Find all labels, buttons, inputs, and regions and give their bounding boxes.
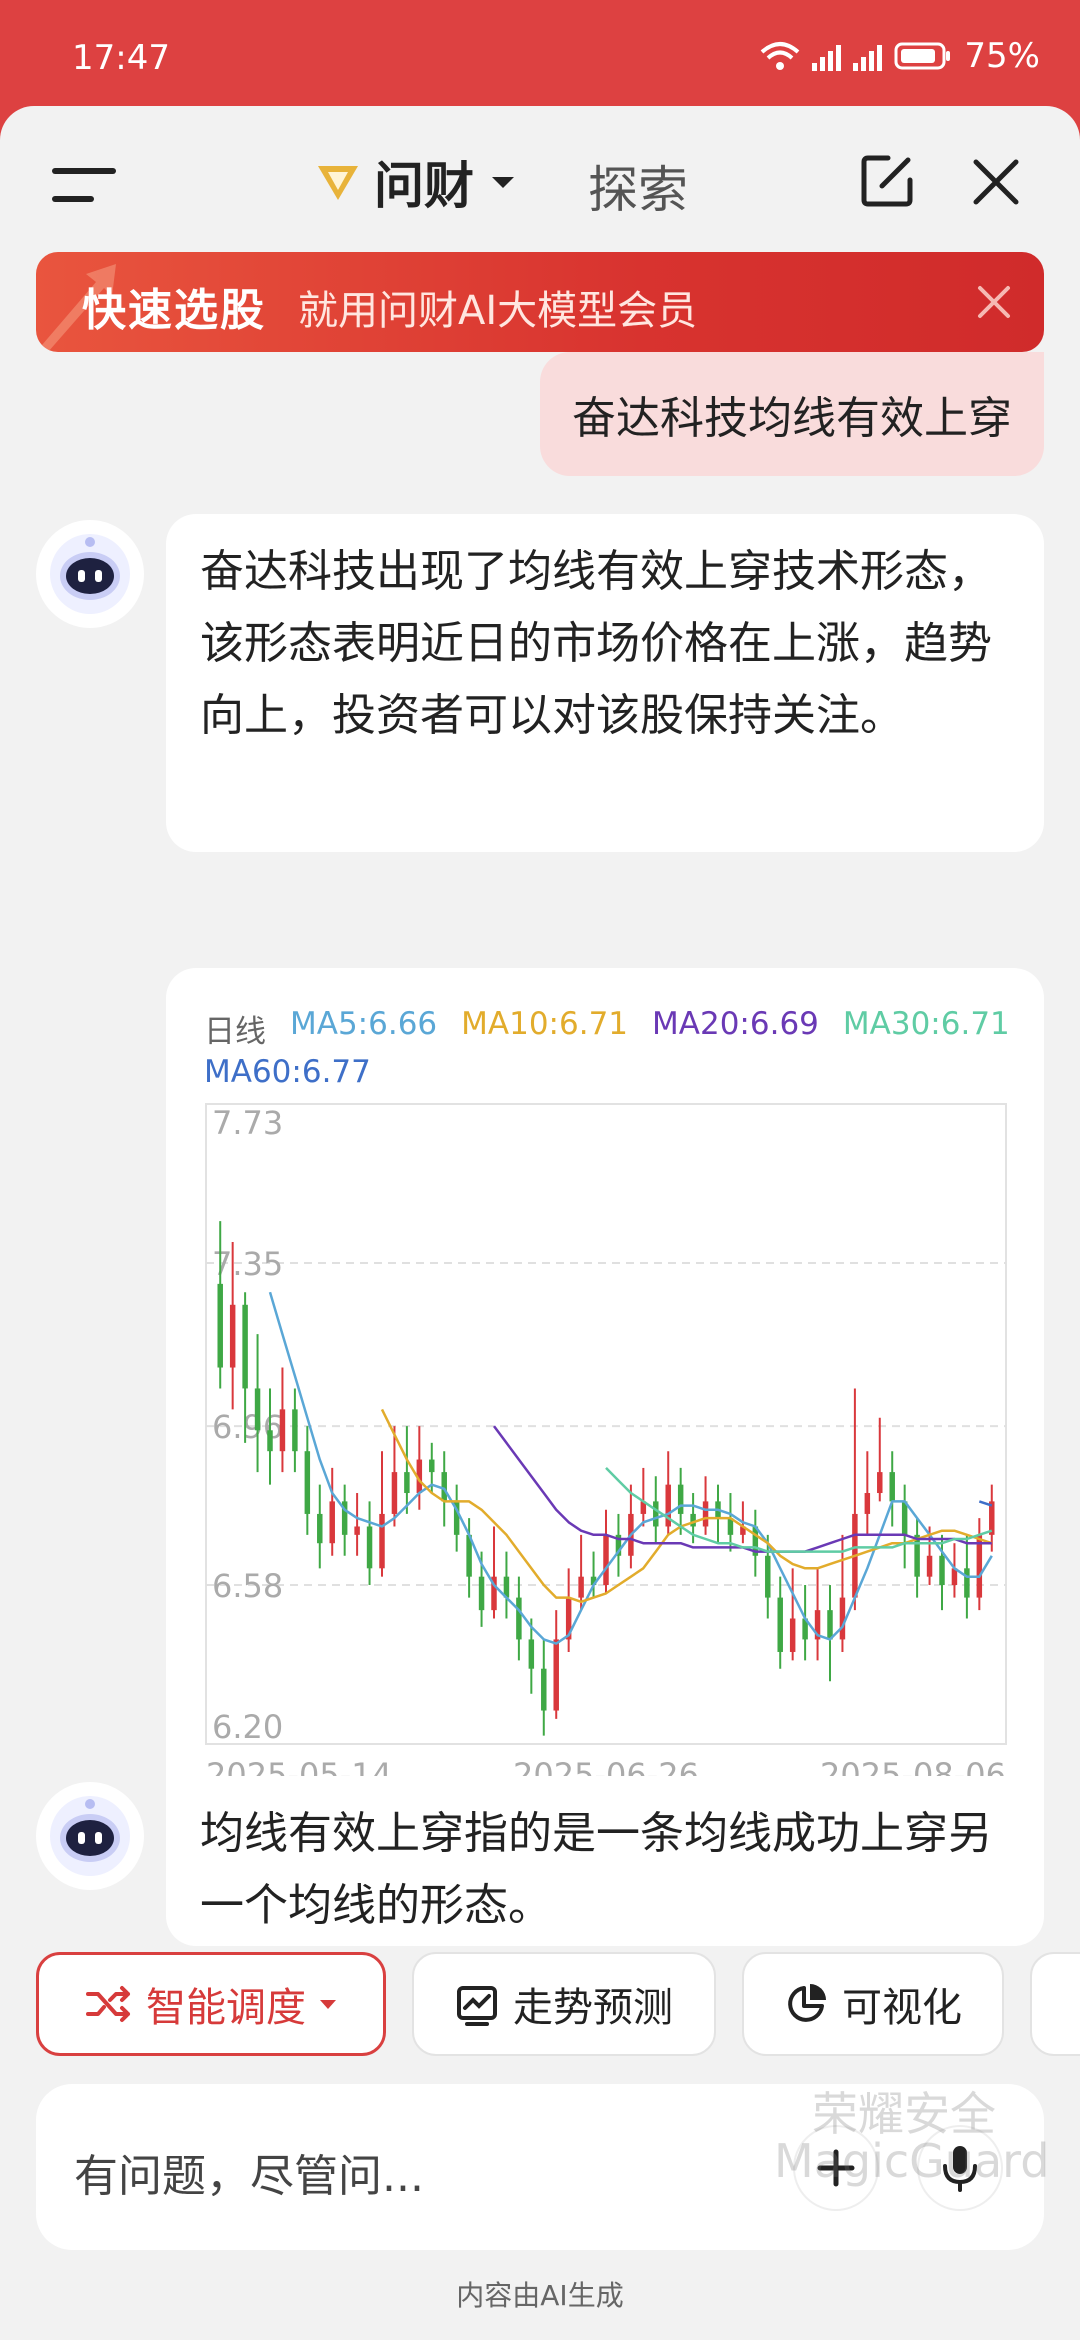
candle-body bbox=[553, 1639, 559, 1711]
candle-body bbox=[429, 1459, 435, 1473]
candle-body bbox=[964, 1568, 970, 1598]
candle-body bbox=[404, 1472, 410, 1494]
robot-icon bbox=[50, 1796, 130, 1876]
candle-body bbox=[229, 1304, 236, 1368]
tab-explore[interactable]: 探索 bbox=[588, 150, 688, 222]
candle-body bbox=[441, 1472, 447, 1502]
candle-body bbox=[839, 1597, 846, 1640]
candle-body bbox=[329, 1501, 335, 1544]
bot-avatar bbox=[36, 520, 144, 628]
candle-body bbox=[578, 1576, 584, 1598]
pie-chart-icon bbox=[788, 1984, 826, 2022]
candle-body bbox=[702, 1501, 709, 1527]
y-tick-label: 7.73 bbox=[212, 1104, 283, 1142]
candle-body bbox=[677, 1484, 684, 1514]
close-icon[interactable] bbox=[970, 156, 1022, 208]
battery-percent: 75% bbox=[964, 36, 1040, 76]
candle-body bbox=[242, 1304, 248, 1389]
banner-subtitle: 就用问财AI大模型会员 bbox=[298, 288, 698, 334]
visualize-button[interactable]: 可视化 bbox=[742, 1952, 1004, 2056]
candle-body bbox=[516, 1597, 522, 1640]
candle-body bbox=[292, 1409, 298, 1452]
app-sheet: 问财 探索 快速选股 就用问财AI大模型会员 奋达科技均线有效上穿 奋达科技出现… bbox=[0, 106, 1080, 2340]
chart-card: 日线 MA5:6.66 MA10:6.71 MA20:6.69 MA30:6.7… bbox=[166, 968, 1044, 1870]
candle-body bbox=[653, 1501, 659, 1527]
robot-icon bbox=[50, 534, 130, 614]
candle-body bbox=[279, 1409, 286, 1452]
candle-body bbox=[603, 1534, 609, 1586]
candle-body bbox=[379, 1513, 385, 1569]
candle-body bbox=[304, 1451, 311, 1514]
candle-body bbox=[827, 1610, 833, 1640]
ai-disclaimer: 内容由AI生成 bbox=[456, 2279, 624, 2312]
candle-body bbox=[267, 1430, 273, 1452]
signal-5g-icon bbox=[853, 41, 883, 71]
candle-body bbox=[254, 1388, 261, 1431]
candle-body bbox=[864, 1493, 871, 1514]
menu-icon[interactable] bbox=[52, 164, 116, 204]
plot-frame bbox=[205, 1103, 1007, 1745]
status-time: 17:47 bbox=[72, 38, 170, 78]
trend-chart-icon bbox=[457, 1986, 497, 2026]
edit-icon[interactable] bbox=[858, 152, 916, 210]
top-bar: 问财 探索 bbox=[0, 106, 1080, 246]
wifi-icon bbox=[761, 42, 800, 70]
signal-4g-icon bbox=[812, 41, 842, 71]
y-tick-label: 6.58 bbox=[212, 1567, 283, 1605]
candle-body bbox=[777, 1597, 783, 1652]
smart-dispatch-button[interactable]: 智能调度 bbox=[36, 1952, 386, 2056]
tab-wencai-label: 问财 bbox=[374, 157, 474, 215]
candle-body bbox=[914, 1534, 920, 1577]
bot-message: 均线有效上穿指的是一条均线成功上穿另一个均线的形态。 bbox=[166, 1776, 1044, 1946]
smart-dispatch-label: 智能调度 bbox=[146, 1985, 306, 2031]
banner-close-icon[interactable] bbox=[974, 282, 1014, 322]
banner-title: 快速选股 bbox=[82, 285, 266, 336]
visualize-label: 可视化 bbox=[842, 1985, 962, 2031]
trend-forecast-label: 走势预测 bbox=[513, 1985, 673, 2031]
candle-body bbox=[901, 1501, 908, 1535]
candle-body bbox=[541, 1668, 547, 1711]
user-message: 奋达科技均线有效上穿 bbox=[540, 352, 1044, 476]
candle-body bbox=[889, 1472, 895, 1502]
input-placeholder: 有问题，尽管问... bbox=[74, 2151, 424, 2202]
y-tick-label: 7.35 bbox=[212, 1245, 283, 1283]
bot-avatar bbox=[36, 1782, 144, 1890]
candle-body bbox=[317, 1513, 323, 1544]
candle-body bbox=[478, 1576, 485, 1611]
promo-banner[interactable]: 快速选股 就用问财AI大模型会员 bbox=[36, 252, 1044, 352]
tab-wencai[interactable]: 问财 bbox=[316, 146, 514, 218]
status-icons: 75% bbox=[760, 36, 1040, 76]
action-chips: 智能调度 走势预测 可视化 bbox=[0, 1952, 1080, 2072]
battery-icon bbox=[894, 42, 951, 70]
candle-body bbox=[765, 1555, 771, 1598]
more-chip[interactable] bbox=[1030, 1952, 1080, 2056]
candlestick-chart[interactable]: 7.737.356.966.586.202025-05-14 2025-06-26… bbox=[166, 968, 1044, 1870]
watermark-line2: MagicGuard bbox=[774, 2134, 1050, 2188]
candle-body bbox=[217, 1283, 223, 1368]
chevron-down-icon bbox=[492, 176, 514, 188]
candle-body bbox=[354, 1526, 360, 1535]
candle-body bbox=[789, 1618, 796, 1652]
candle-body bbox=[877, 1472, 883, 1494]
chevron-down-icon bbox=[320, 1999, 336, 2009]
candle-body bbox=[366, 1526, 373, 1569]
shuffle-icon bbox=[86, 1986, 130, 2022]
candle-body bbox=[391, 1472, 398, 1514]
status-bar: 17:47 75% bbox=[0, 0, 1080, 110]
chat-input[interactable]: 有问题，尽管问... 荣耀安全 MagicGuard bbox=[36, 2084, 1049, 2250]
trend-forecast-button[interactable]: 走势预测 bbox=[412, 1952, 716, 2056]
candle-body bbox=[939, 1555, 945, 1586]
candle-body bbox=[528, 1639, 535, 1669]
candle-body bbox=[690, 1513, 696, 1527]
wencai-logo-icon bbox=[318, 166, 358, 200]
y-tick-label: 6.20 bbox=[212, 1708, 283, 1746]
candle-body bbox=[989, 1501, 995, 1535]
bot-message: 奋达科技出现了均线有效上穿技术形态，该形态表明近日的市场价格在上涨，趋势向上，投… bbox=[166, 514, 1044, 852]
ma5-line bbox=[268, 1291, 993, 1645]
candle-body bbox=[926, 1555, 933, 1577]
